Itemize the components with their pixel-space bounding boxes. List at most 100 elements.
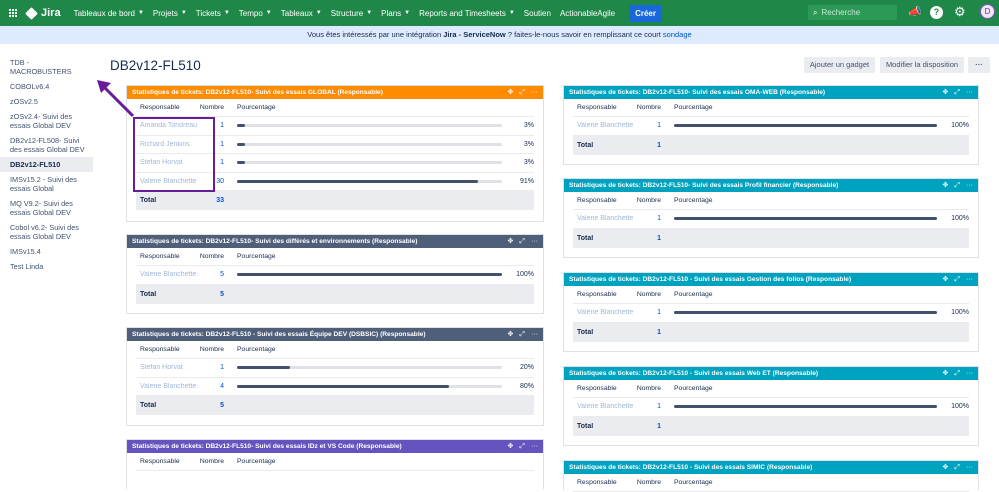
gadget-title[interactable]: Statistiques de tickets: DB2v12-FL510- S… [132, 443, 402, 450]
more-icon[interactable]: ··· [531, 235, 538, 248]
nav-projects[interactable]: Projets ▼ [153, 9, 187, 18]
nav-support[interactable]: Soutien [524, 9, 551, 18]
sidebar-item[interactable]: MQ V9.2- Suivi des essais Global DEV [0, 196, 95, 220]
search-input[interactable]: ⌕ Recherche [808, 5, 897, 20]
issue-count-link[interactable]: 1 [635, 403, 671, 410]
nav-dashboards[interactable]: Tableaux de bord ▼ [74, 9, 144, 18]
nav-actionableagile[interactable]: ActionableAgile [560, 9, 615, 18]
total-count-link[interactable]: 1 [635, 423, 671, 430]
total-count-link[interactable]: 5 [198, 291, 234, 298]
gadget-title[interactable]: Statistiques de tickets: DB2v12-FL510- S… [569, 182, 838, 189]
more-icon[interactable]: ··· [531, 440, 538, 453]
jira-logo[interactable]: Jira [25, 6, 61, 20]
maximize-icon[interactable]: ⤢ [954, 367, 960, 380]
nav-boards[interactable]: Tableaux ▼ [281, 9, 322, 18]
move-icon[interactable]: ✥ [943, 179, 949, 192]
nav-plans[interactable]: Plans ▼ [381, 9, 410, 18]
more-icon[interactable]: ··· [531, 86, 538, 99]
gadget-title[interactable]: Statistiques de tickets: DB2v12-FL510 - … [569, 370, 818, 377]
maximize-icon[interactable]: ⤢ [954, 86, 960, 99]
total-count-link[interactable]: 1 [635, 329, 671, 336]
issue-count-link[interactable]: 5 [198, 271, 234, 278]
total-row: Total 5 [136, 284, 534, 304]
maximize-icon[interactable]: ⤢ [519, 328, 525, 341]
assignee-link[interactable]: Valerie Blanchette [136, 383, 198, 390]
announcement-banner: Vous êtes intéressés par une intégration… [0, 26, 999, 44]
sidebar-item[interactable]: IMSv15.2 - Suivi des essais Global [0, 172, 95, 196]
percentage-bar [674, 217, 937, 221]
percentage-bar [237, 124, 502, 128]
move-icon[interactable]: ✥ [943, 461, 949, 474]
sidebar-item[interactable]: IMSv15.4 [0, 244, 95, 259]
issue-count-link[interactable]: 1 [635, 122, 671, 129]
issue-count-link[interactable]: 1 [635, 309, 671, 316]
nav-issues[interactable]: Tickets ▼ [196, 9, 230, 18]
issue-count-link[interactable]: 1 [635, 215, 671, 222]
move-icon[interactable]: ✥ [508, 328, 514, 341]
sidebar-item[interactable]: zOSv2.5 [0, 94, 95, 109]
maximize-icon[interactable]: ⤢ [954, 179, 960, 192]
total-count-link[interactable]: 33 [198, 197, 234, 204]
total-count-link[interactable]: 1 [635, 142, 671, 149]
gadget-title[interactable]: Statistiques de tickets: DB2v12-FL510 - … [132, 331, 426, 338]
maximize-icon[interactable]: ⤢ [519, 235, 525, 248]
help-icon[interactable]: ? [930, 6, 943, 19]
sidebar-item[interactable]: TDB - MACROBUSTERS [0, 55, 95, 79]
more-options-button[interactable]: ··· [968, 57, 990, 73]
sidebar-item[interactable]: Cobol v6.2- Suivi des essais Global DEV [0, 220, 95, 244]
assignee-link[interactable]: Valerie Blanchette [573, 403, 635, 410]
more-icon[interactable]: ··· [966, 179, 973, 192]
more-icon[interactable]: ··· [966, 273, 973, 286]
maximize-icon[interactable]: ⤢ [519, 86, 525, 99]
table-header-row: Responsable Nombre Pourcentage [573, 474, 969, 492]
sidebar-item-active[interactable]: DB2v12-FL510 [0, 157, 93, 172]
dashboard-sidebar: TDB - MACROBUSTERS COBOLv6.4 zOSv2.5 zOS… [0, 55, 95, 274]
gadget-title[interactable]: Statistiques de tickets: DB2v12-FL510 - … [569, 464, 812, 471]
survey-link[interactable]: sondage [663, 30, 692, 39]
add-gadget-button[interactable]: Ajouter un gadget [804, 57, 875, 73]
more-icon[interactable]: ··· [966, 461, 973, 474]
sidebar-item[interactable]: Test Linda [0, 259, 95, 274]
move-icon[interactable]: ✥ [943, 367, 949, 380]
gadget-title[interactable]: Statistiques de tickets: DB2v12-FL510 - … [569, 276, 851, 283]
issue-count-link[interactable]: 4 [198, 383, 234, 390]
more-icon[interactable]: ··· [531, 328, 538, 341]
table-row: Valerie Blanchette 5 100% [136, 266, 534, 285]
more-icon[interactable]: ··· [966, 367, 973, 380]
move-icon[interactable]: ✥ [943, 273, 949, 286]
assignee-link[interactable]: Valerie Blanchette [573, 215, 635, 222]
assignee-link[interactable]: Stefan Horvat [136, 364, 198, 371]
sidebar-item[interactable]: DB2v12-FL508- Suivi des essais Global DE… [0, 133, 95, 157]
nav-tempo[interactable]: Tempo ▼ [239, 9, 272, 18]
create-button[interactable]: Créer [629, 4, 662, 22]
gadget-title[interactable]: Statistiques de tickets: DB2v12-FL510- S… [132, 238, 417, 245]
maximize-icon[interactable]: ⤢ [954, 273, 960, 286]
move-icon[interactable]: ✥ [508, 235, 514, 248]
assignee-link[interactable]: Valerie Blanchette [136, 271, 198, 278]
assignee-link[interactable]: Valerie Blanchette [573, 122, 635, 129]
gadget-title[interactable]: Statistiques de tickets: DB2v12-FL510- S… [132, 89, 383, 96]
gear-icon[interactable]: ⚙ [954, 5, 966, 18]
issue-count-link[interactable]: 1 [198, 364, 234, 371]
sidebar-item[interactable]: zOSv2.4- Suivi des essais Global DEV [0, 109, 95, 133]
gadget-title[interactable]: Statistiques de tickets: DB2v12-FL510- S… [569, 89, 825, 96]
nav-structure[interactable]: Structure ▼ [331, 9, 372, 18]
avatar[interactable]: D [980, 4, 995, 19]
megaphone-icon[interactable]: 📣 [908, 6, 922, 19]
move-icon[interactable]: ✥ [508, 440, 514, 453]
more-icon[interactable]: ··· [966, 86, 973, 99]
percentage-value: 20% [519, 364, 534, 372]
gadget-header-icons: ✥ ⤢ ··· [508, 328, 538, 341]
sidebar-item[interactable]: COBOLv6.4 [0, 79, 95, 94]
maximize-icon[interactable]: ⤢ [954, 461, 960, 474]
maximize-icon[interactable]: ⤢ [519, 440, 525, 453]
modify-layout-button[interactable]: Modifier la disposition [880, 57, 964, 73]
move-icon[interactable]: ✥ [943, 86, 949, 99]
total-count-link[interactable]: 5 [198, 402, 234, 409]
total-count-link[interactable]: 1 [635, 235, 671, 242]
nav-reports-timesheets[interactable]: Reports and Timesheets ▼ [419, 9, 515, 18]
assignee-link[interactable]: Valerie Blanchette [573, 309, 635, 316]
chevron-down-icon: ▼ [180, 10, 187, 16]
app-switcher-icon[interactable] [9, 9, 17, 17]
move-icon[interactable]: ✥ [508, 86, 514, 99]
